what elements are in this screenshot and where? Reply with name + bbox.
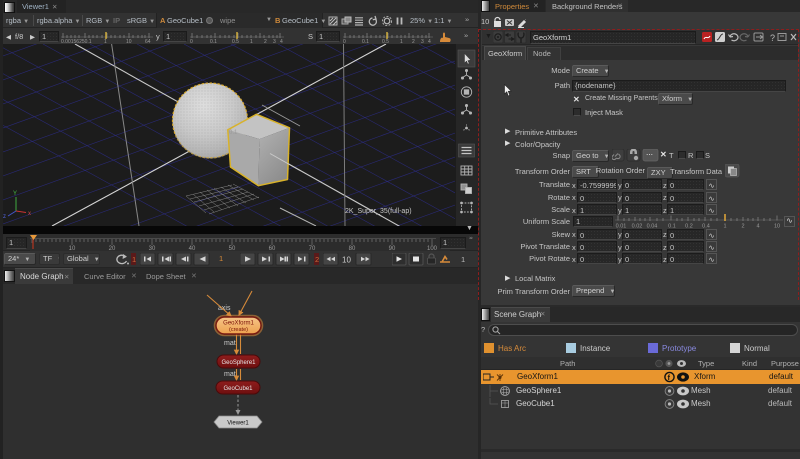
svg-text:0.1: 0.1: [668, 224, 676, 229]
svg-text:f: f: [668, 373, 671, 382]
svg-text:4: 4: [756, 224, 759, 229]
svg-text:mat: mat: [224, 371, 236, 378]
svg-text:?: ?: [770, 33, 775, 43]
svg-text:0.02: 0.02: [632, 224, 643, 229]
svg-text:GeoSphere1: GeoSphere1: [221, 360, 256, 366]
svg-text:0.04: 0.04: [647, 224, 658, 229]
svg-text:0.2: 0.2: [685, 224, 693, 229]
svg-text:GeoCube1: GeoCube1: [223, 386, 253, 392]
svg-text:mat: mat: [224, 340, 236, 347]
svg-text:0.01: 0.01: [616, 224, 627, 229]
svg-text:0.1: 0.1: [229, 130, 238, 136]
svg-text:(create): (create): [229, 327, 248, 333]
svg-text:GeoXform1: GeoXform1: [223, 321, 254, 327]
svg-text:⋯: ⋯: [646, 152, 653, 159]
svg-text:0.4: 0.4: [702, 224, 710, 229]
svg-text:Viewer1: Viewer1: [227, 421, 249, 427]
svg-text:1: 1: [723, 224, 726, 229]
svg-text:10: 10: [774, 224, 780, 229]
svg-text:2: 2: [741, 224, 744, 229]
